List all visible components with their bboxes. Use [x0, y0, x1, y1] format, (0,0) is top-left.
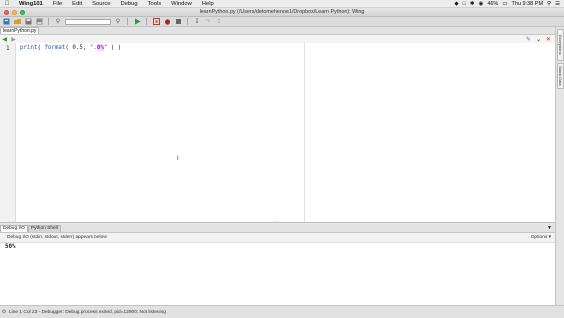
airplay-icon[interactable]: □ [463, 1, 466, 7]
menu-extras: ◆ □ ✱ ◉ 46% ▭ Thu 9:38 PM ⚲ ☰ [454, 1, 564, 7]
editor-nav-bar: ◀ ▶ ✎ ⌄ ✕ [0, 35, 555, 43]
toolbar-separator [48, 18, 49, 25]
bottom-panel-tabs: Debug I/O Python Shell ▼ [0, 224, 555, 233]
step-out-icon[interactable]: ↥ [215, 18, 223, 25]
toolbar-separator [187, 18, 188, 25]
bluetooth-icon[interactable]: ✱ [470, 1, 475, 7]
options-label: Options [530, 235, 548, 240]
menu-source[interactable]: Source [87, 1, 115, 7]
code-print: print [20, 45, 38, 51]
close-icon[interactable]: ✕ [546, 36, 551, 43]
status-bar: ⚙ Line 1 Col 23 - Debugger: Debug proces… [0, 305, 564, 318]
editor-tab-bar: learnPython.py [0, 27, 564, 35]
menu-tools[interactable]: Tools [143, 1, 167, 7]
open-folder-icon[interactable] [13, 18, 21, 25]
forward-arrow-icon[interactable]: ▶ [9, 36, 18, 43]
search-go-icon[interactable]: ⚲ [114, 18, 122, 25]
debug-output-area[interactable]: 50% [0, 243, 555, 305]
code-number: 0.5 [72, 45, 83, 51]
window-controls [4, 10, 25, 15]
code-comma: , [82, 45, 90, 51]
options-menu[interactable]: Options ▾ [531, 235, 555, 240]
debug-io-header: Debug I/O (stdin, stdout, stderr) appear… [0, 233, 555, 243]
chevron-down-icon[interactable]: ▼ [547, 224, 555, 232]
tab-python-shell[interactable]: Python Shell [27, 225, 61, 232]
find-icon[interactable]: ⚲ [54, 18, 62, 25]
tab-stack-data[interactable]: Stack Data [557, 63, 564, 89]
close-window-button[interactable] [4, 10, 9, 15]
mouse-cursor-icon: I [177, 156, 179, 162]
search-input[interactable] [65, 18, 111, 25]
apple-icon[interactable]:  [0, 1, 14, 7]
code-string-open: ". [89, 45, 97, 51]
menu-help[interactable]: Help [197, 1, 219, 7]
save-all-icon[interactable] [35, 18, 43, 25]
menu-bar:  Wing101 File Edit Source Debug Tools W… [0, 0, 564, 8]
code-editor[interactable]: 1 print( format( 0.5, ".0%" ) ) I ⋯ [0, 43, 555, 225]
tab-exceptions[interactable]: Exceptions [557, 29, 564, 61]
bug-icon[interactable] [163, 18, 171, 25]
right-dock: Exceptions Stack Data [555, 27, 564, 305]
status-text: Line 1 Col 23 - Debugger: Debug process … [9, 309, 166, 315]
new-file-icon[interactable] [2, 18, 10, 25]
menu-app-name[interactable]: Wing101 [14, 1, 48, 7]
notification-center-icon[interactable]: ☰ [555, 1, 560, 7]
wifi-icon[interactable]: ◉ [479, 1, 484, 7]
debug-output-text: 50% [5, 244, 16, 250]
toolbar: ⚲ ⚲ ↧ ↷ ↥ [0, 17, 564, 27]
status-bug-icon[interactable]: ⚙ [0, 309, 8, 315]
step-over-icon[interactable]: ↷ [204, 18, 212, 25]
line-number-gutter: 1 [0, 43, 16, 222]
stop-icon[interactable] [174, 18, 182, 25]
step-into-icon[interactable]: ↧ [193, 18, 201, 25]
battery-percent[interactable]: 46% [487, 1, 498, 7]
dropbox-icon[interactable]: ◆ [454, 1, 458, 7]
window-titlebar: learnPython.py (/Users/detomehenoe1/Drop… [0, 8, 564, 17]
spotlight-icon[interactable]: ⚲ [547, 1, 551, 7]
menu-debug[interactable]: Debug [116, 1, 143, 7]
window-title: learnPython.py (/Users/detomehenoe1/Drop… [199, 9, 365, 15]
debug-io-message: Debug I/O (stdin, stdout, stderr) appear… [7, 235, 107, 240]
menu-clock[interactable]: Thu 9:38 PM [512, 1, 544, 7]
minimize-window-button[interactable] [12, 10, 17, 15]
code-format: format [44, 45, 66, 51]
code-format-spec: 0% [96, 45, 104, 51]
editor-split-divider[interactable] [304, 43, 305, 222]
battery-icon[interactable]: ▭ [502, 1, 507, 7]
debug-file-icon[interactable] [152, 18, 160, 25]
run-icon[interactable] [133, 18, 141, 25]
menu-file[interactable]: File [48, 1, 67, 7]
code-tail: ) ) [107, 45, 122, 51]
menu-edit[interactable]: Edit [67, 1, 87, 7]
zoom-window-button[interactable] [20, 10, 25, 15]
toolbar-separator [146, 18, 147, 25]
save-icon[interactable] [24, 18, 32, 25]
back-arrow-icon[interactable]: ◀ [0, 36, 9, 43]
pin-icon[interactable]: ✎ [526, 36, 531, 43]
line-number: 1 [6, 45, 10, 52]
toolbar-separator [127, 18, 128, 25]
code-line[interactable]: print( format( 0.5, ".0%" ) ) [20, 45, 121, 51]
tab-learnpython[interactable]: learnPython.py [0, 27, 40, 34]
menu-window[interactable]: Window [166, 1, 197, 7]
tab-debug-io[interactable]: Debug I/O [0, 225, 28, 232]
editor-options: ✎ ⌄ ✕ [526, 36, 555, 43]
chevron-down-icon[interactable]: ⌄ [536, 36, 541, 43]
